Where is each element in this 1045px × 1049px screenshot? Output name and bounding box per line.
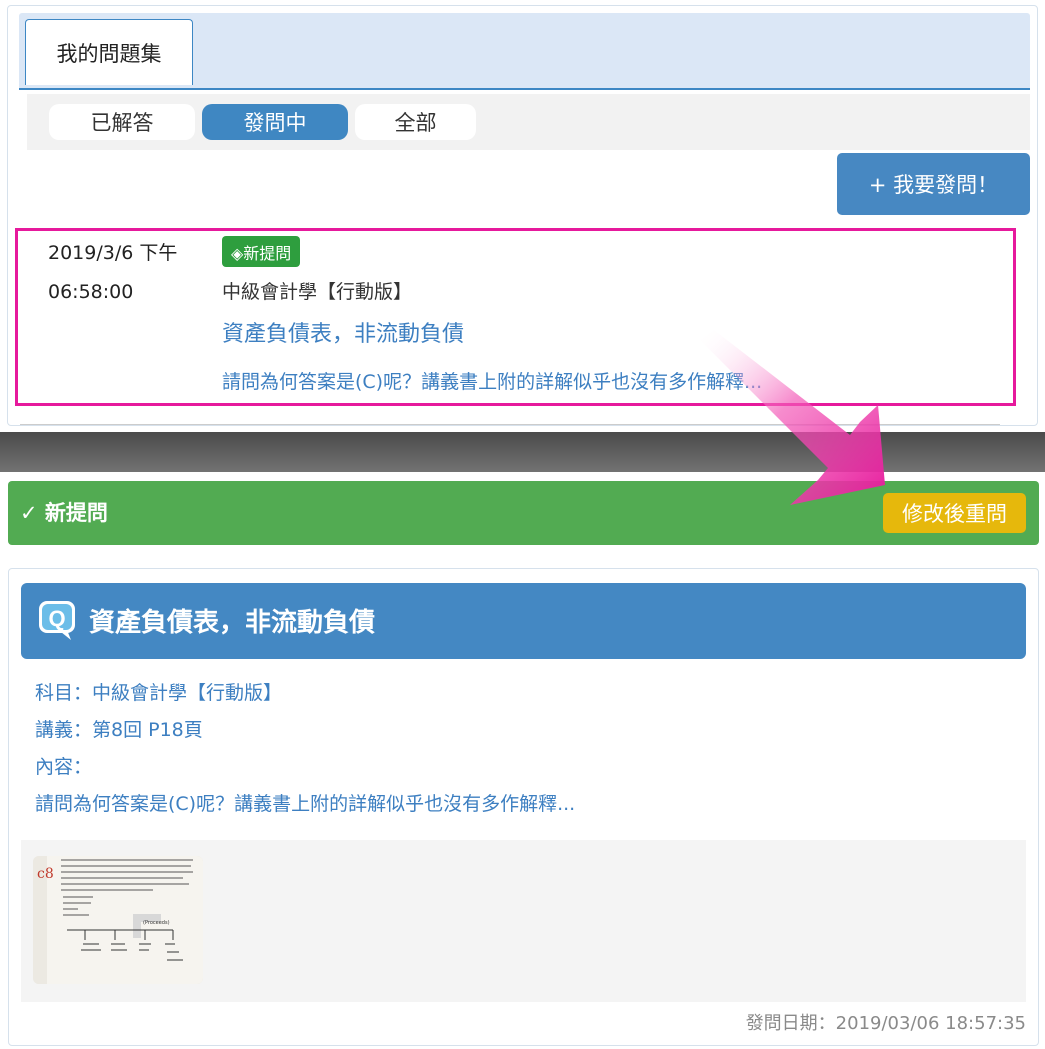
filter-all[interactable]: 全部 bbox=[355, 104, 476, 140]
edit-reask-button[interactable]: 修改後重問 bbox=[883, 493, 1026, 533]
svg-text:Q: Q bbox=[48, 606, 65, 631]
detail-subject: 科目：中級會計學【行動版】 bbox=[35, 682, 283, 704]
question-excerpt-link[interactable]: 請問為何答案是(C)呢？講義書上附的詳解似乎也沒有多作解釋... bbox=[222, 367, 762, 394]
question-list-item[interactable]: 2019/3/6 下午 06:58:00 ◈新提問 中級會計學【行動版】 資產負… bbox=[15, 228, 1016, 406]
handwritten-notes-image: c8 (Proceeds) bbox=[33, 856, 203, 984]
filter-asking[interactable]: 發問中 bbox=[202, 104, 348, 140]
list-divider bbox=[20, 424, 1000, 425]
tab-my-questions[interactable]: 我的問題集 bbox=[25, 19, 193, 85]
detail-title: 資產負債表，非流動負債 bbox=[89, 608, 376, 638]
attachment-thumbnail[interactable]: c8 (Proceeds) bbox=[33, 856, 203, 984]
section-divider bbox=[0, 432, 1045, 472]
question-time: 06:58:00 bbox=[48, 281, 134, 303]
attachment-area: c8 (Proceeds) bbox=[21, 840, 1026, 1002]
question-title-link[interactable]: 資產負債表，非流動負債 bbox=[222, 316, 464, 348]
svg-text:(Proceeds): (Proceeds) bbox=[143, 920, 170, 926]
filter-bar: 已解答 發問中 全部 bbox=[27, 94, 1030, 150]
post-date: 發問日期：2019/03/06 18:57:35 bbox=[745, 1013, 1026, 1034]
question-icon: Q bbox=[39, 601, 75, 640]
detail-content-text: 請問為何答案是(C)呢？講義書上附的詳解似乎也沒有多作解釋... bbox=[35, 793, 576, 815]
detail-content-label: 內容： bbox=[35, 756, 93, 778]
status-bar: ✓ 新提問 修改後重問 bbox=[8, 481, 1039, 545]
status-text: ✓ 新提問 bbox=[20, 501, 108, 525]
new-question-badge: ◈新提問 bbox=[222, 236, 301, 267]
detail-handout: 講義：第8回 P18頁 bbox=[35, 719, 203, 741]
detail-header: Q 資產負債表，非流動負債 bbox=[21, 583, 1026, 659]
question-detail-panel: Q 資產負債表，非流動負債 科目：中級會計學【行動版】 講義：第8回 P18頁 … bbox=[8, 568, 1039, 1046]
svg-text:c8: c8 bbox=[37, 866, 54, 882]
tab-bar: 我的問題集 bbox=[19, 13, 1030, 90]
filter-answered[interactable]: 已解答 bbox=[49, 104, 195, 140]
question-subject: 中級會計學【行動版】 bbox=[222, 281, 413, 303]
ask-question-button[interactable]: + 我要發問！ bbox=[837, 153, 1030, 215]
question-date: 2019/3/6 下午 bbox=[48, 242, 178, 264]
